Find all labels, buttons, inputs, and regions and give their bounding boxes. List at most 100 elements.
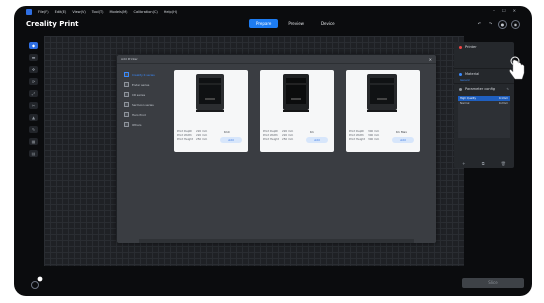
printer-model: K1C [224, 130, 230, 134]
layout-tool-icon[interactable]: ▤ [29, 150, 38, 157]
printer-model: K1 [310, 130, 314, 134]
printer-image [283, 74, 309, 112]
mode-tabs: Prepare Preview Device [249, 19, 342, 28]
redo-icon[interactable]: ↷ [487, 20, 494, 27]
close-icon[interactable]: ✕ [429, 57, 432, 62]
move-tool-icon[interactable]: ✥ [29, 66, 38, 73]
scale-tool-icon[interactable]: ⤢ [29, 90, 38, 97]
brand-label: Hero Prod [132, 112, 146, 117]
add-printer-button[interactable]: Add [392, 137, 414, 143]
parameter-label: Parameter config [465, 87, 496, 91]
brand-label: Others [132, 122, 142, 127]
parameter-section: Parameter config ✎ High Quality 0.1mm No… [454, 83, 514, 138]
spec-list: Print Depth 220 mm Print Width 220 mm Prin… [177, 129, 207, 141]
spec-label: Print Height [177, 137, 193, 141]
dialog-footer-bar [139, 239, 414, 243]
title-bar: Creality Print Prepare Preview Device ↶ … [14, 18, 532, 30]
checkbox-icon[interactable] [124, 122, 129, 127]
undo-icon[interactable]: ↶ [476, 20, 483, 27]
status-dot-icon [459, 45, 462, 49]
checkbox-icon[interactable] [124, 82, 129, 87]
printer-header: Printer [454, 42, 514, 52]
material-section: Material Generic [454, 69, 514, 83]
tab-device[interactable]: Device [314, 19, 342, 28]
brand-item-ender[interactable]: Ender series [124, 82, 155, 87]
spec-value: 250 mm [282, 137, 294, 141]
edit-icon[interactable]: ✎ [506, 87, 509, 91]
delete-icon[interactable]: 🗑 [501, 161, 506, 166]
brand-label: CR series [132, 92, 146, 97]
menu-help[interactable]: Help(H) [164, 10, 177, 14]
hand-cursor-icon [509, 56, 525, 80]
brand-item-cr[interactable]: CR series [124, 92, 155, 97]
cut-tool-icon[interactable]: ✂ [29, 102, 38, 109]
parameter-header: Parameter config ✎ [454, 84, 514, 94]
tab-preview[interactable]: Preview [281, 19, 311, 28]
checkbox-icon[interactable] [124, 112, 129, 117]
app-logo-icon [26, 9, 32, 15]
menu-edit[interactable]: Edit(E) [55, 10, 67, 14]
dialog-title: Add Printer [121, 57, 138, 61]
param-value: 0.1mm [498, 97, 508, 100]
select-tool-icon[interactable]: ◆ [29, 42, 38, 49]
menu-calibration[interactable]: Calibration(C) [134, 10, 158, 14]
close-icon[interactable]: ✕ [513, 8, 516, 13]
spec-label: Print Height [349, 137, 365, 141]
brand-item-hero[interactable]: Hero Prod [124, 112, 155, 117]
brand-item-sermoon[interactable]: Sermoon series [124, 102, 155, 107]
spec-label: Print Height [263, 137, 279, 141]
tab-prepare[interactable]: Prepare [249, 19, 279, 28]
printer-card-k1-max[interactable]: Print Depth 300 mm Print Width 300 mm Prin… [346, 70, 420, 152]
support-tool-icon[interactable]: ▲ [29, 114, 38, 121]
menu-file[interactable]: File(F) [38, 10, 49, 14]
settings-gear-icon[interactable] [30, 276, 44, 290]
menu-tool[interactable]: Tool(T) [92, 10, 104, 14]
menu-models[interactable]: Models(M) [109, 10, 127, 14]
brand-label: Ender series [132, 82, 150, 87]
menu-view[interactable]: View(V) [72, 10, 85, 14]
spec-list: Print Depth 220 mm Print Width 220 mm Prin… [263, 129, 293, 141]
printer-model: K1 Max [396, 130, 408, 134]
minimize-icon[interactable]: – [493, 8, 495, 13]
printer-section: Printer [454, 42, 514, 69]
checkbox-icon[interactable] [124, 92, 129, 97]
material-item[interactable]: Generic [454, 79, 514, 82]
printer-cards: Print Depth 220 mm Print Width 220 mm Prin… [174, 70, 420, 152]
copy-icon[interactable]: ⧉ [482, 161, 485, 166]
printer-image [367, 74, 397, 112]
material-dot-icon [459, 72, 462, 76]
dialog-header: Add Printer ✕ [117, 55, 436, 64]
panel-footer: + ⧉ 🗑 [454, 161, 514, 166]
add-printer-button[interactable]: Add [220, 137, 242, 143]
checkbox-icon[interactable] [124, 72, 129, 77]
add-icon[interactable]: + [462, 161, 465, 166]
user-icon[interactable]: ◉ [511, 20, 520, 29]
param-value: 0.2mm [498, 102, 508, 105]
material-header: Material [454, 69, 514, 79]
left-toolbar: ◆ ▬ ✥ ⟳ ⤢ ✂ ▲ ✎ ▦ ▤ [27, 42, 40, 242]
spec-list: Print Depth 300 mm Print Width 300 mm Prin… [349, 129, 379, 141]
param-row-normal[interactable]: Normal 0.2mm [458, 101, 510, 106]
parameter-dot-icon [459, 87, 462, 91]
import-tool-icon[interactable]: ▬ [29, 54, 38, 61]
right-settings-panel: Printer Material Generic Parameter confi… [454, 42, 514, 168]
app-title: Creality Print [26, 20, 79, 28]
param-name: Normal [460, 102, 470, 105]
add-printer-dialog: Add Printer ✕ Creality K series Ender se… [117, 55, 436, 243]
checkbox-icon[interactable] [124, 102, 129, 107]
slice-button[interactable]: Slice [462, 278, 524, 288]
brand-item-k-series[interactable]: Creality K series [124, 72, 155, 77]
maximize-icon[interactable]: ☐ [502, 8, 506, 13]
menu-bar: File(F) Edit(E) View(V) Tool(T) Models(M… [14, 6, 532, 18]
parameter-list: High Quality 0.1mm Normal 0.2mm [458, 96, 510, 138]
brand-item-others[interactable]: Others [124, 122, 155, 127]
paint-tool-icon[interactable]: ✎ [29, 126, 38, 133]
printer-card-k1c[interactable]: Print Depth 220 mm Print Width 220 mm Prin… [174, 70, 248, 152]
printer-card-k1[interactable]: Print Depth 220 mm Print Width 220 mm Prin… [260, 70, 334, 152]
spec-value: 300 mm [368, 137, 380, 141]
arrange-tool-icon[interactable]: ▦ [29, 138, 38, 145]
spec-value: 250 mm [196, 137, 208, 141]
add-printer-button[interactable]: Add [306, 137, 328, 143]
account-icon[interactable]: ● [498, 20, 507, 29]
rotate-tool-icon[interactable]: ⟳ [29, 78, 38, 85]
